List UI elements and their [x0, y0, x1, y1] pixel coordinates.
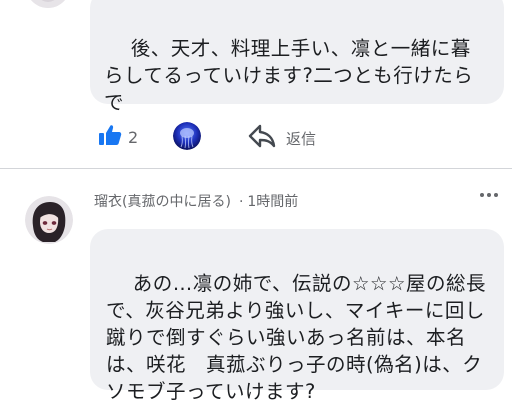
like-count: 2: [128, 127, 139, 147]
separator-dot: ·: [238, 194, 244, 210]
comment-bubble: あの…凛の姉で、伝説の☆☆☆屋の総長で、灰谷兄弟より強いし、マイキーに回し蹴りで…: [90, 229, 504, 403]
reply-button[interactable]: 返信: [248, 123, 316, 153]
comment-text: 後、天才、料理上手い、凛と一緒に暮らしてるっていけます?二つとも行けたらで: [104, 37, 474, 114]
like-button[interactable]: 2: [98, 124, 138, 150]
comment-actions: 2: [98, 121, 138, 153]
comment-meta: 瑠衣(真菰の中に居る) · 1時間前: [94, 191, 298, 211]
reply-arrow-icon: [248, 123, 276, 153]
divider: [0, 168, 512, 169]
author-name[interactable]: 瑠衣(真菰の中に居る): [94, 194, 231, 210]
avatar[interactable]: [26, 0, 70, 8]
more-options-icon[interactable]: [480, 193, 498, 197]
timestamp[interactable]: 1時間前: [247, 194, 298, 210]
reaction-avatar[interactable]: [173, 122, 201, 150]
reply-label: 返信: [286, 129, 317, 148]
comment-thread: 後、天才、料理上手い、凛と一緒に暮らしてるっていけます?二つとも行けたらで 2: [0, 0, 512, 405]
thumbs-up-icon: [98, 124, 122, 150]
comment-bubble: 後、天才、料理上手い、凛と一緒に暮らしてるっていけます?二つとも行けたらで: [90, 0, 504, 114]
avatar[interactable]: [25, 196, 73, 244]
comment-text: あの…凛の姉で、伝説の☆☆☆屋の総長で、灰谷兄弟より強いし、マイキーに回し蹴りで…: [106, 272, 486, 403]
